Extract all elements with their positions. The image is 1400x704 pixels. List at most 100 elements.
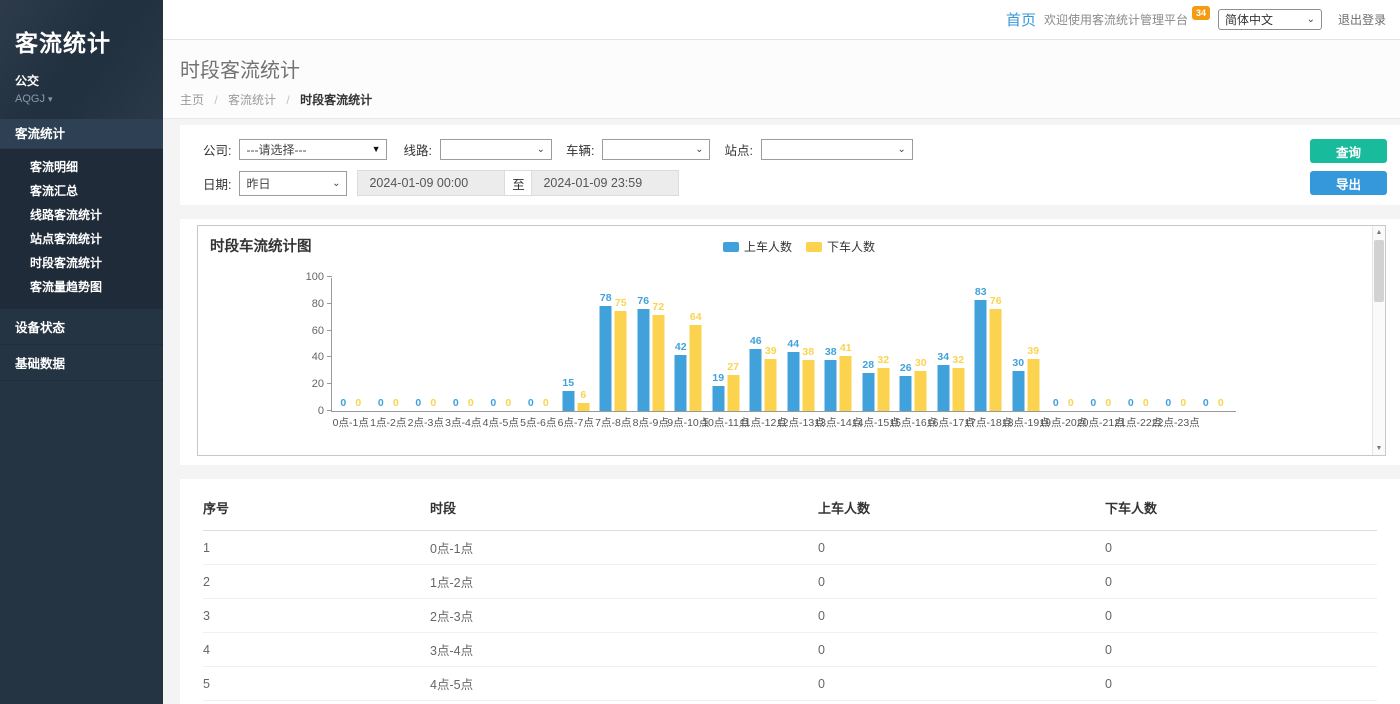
y-axis-tick-label: 80 [288, 298, 324, 310]
bar-下车人数: 27 [727, 375, 739, 411]
chevron-down-icon: ⌄ [695, 144, 703, 155]
language-select[interactable]: 简体中文 ⌄ [1218, 9, 1322, 30]
x-axis-label: 8点-9点 [633, 415, 669, 430]
notification-badge[interactable]: 34 [1192, 6, 1210, 20]
chart-category: 0022点-23点 [1157, 278, 1195, 411]
line-label: 线路: [403, 140, 431, 159]
breadcrumb: 主页 / 客流统计 / 时段客流统计 [180, 91, 1400, 108]
x-axis-label: 5点-6点 [520, 415, 556, 430]
table-row: 65点-6点00 [203, 701, 1377, 704]
bar-上车人数: 44 [787, 352, 799, 411]
chart-title: 时段车流统计图 [210, 235, 312, 256]
chart-category: 002点-3点 [407, 278, 445, 411]
table-cell: 0 [818, 701, 1105, 704]
bar-上车人数: 30 [1012, 371, 1024, 411]
table-header-cell: 上车人数 [818, 489, 1105, 531]
table-header-row: 序号时段上车人数下车人数 [203, 489, 1377, 531]
bar-pair: 4264 [675, 325, 702, 411]
sidebar-submenu: 客流明细客流汇总线路客流统计站点客流统计时段客流统计客流量趋势图 [0, 149, 163, 309]
table-cell: 4点-5点 [430, 667, 818, 701]
legend-swatch-icon [723, 242, 739, 252]
sidebar-item-passenger-trend-chart[interactable]: 客流量趋势图 [0, 275, 163, 299]
sidebar-item-line-passenger-stats[interactable]: 线路客流统计 [0, 203, 163, 227]
table-row: 32点-3点00 [203, 599, 1377, 633]
breadcrumb-home[interactable]: 主页 [180, 93, 204, 107]
search-button[interactable]: 查询 [1310, 139, 1387, 163]
export-button[interactable]: 导出 [1310, 171, 1387, 195]
filter-panel: 公司: ---请选择--- ▼ 线路: ⌄ 车辆: ⌄ 站点 [180, 125, 1400, 205]
chart-category: 463911点-12点 [745, 278, 783, 411]
breadcrumb-separator: / [214, 93, 217, 107]
chevron-down-icon: ⌄ [898, 144, 906, 155]
app-root: 客流统计 公交 AQGJ▾ 客流统计客流明细客流汇总线路客流统计站点客流统计时段… [0, 0, 1400, 704]
date-range-select[interactable]: 昨日 ⌄ [239, 171, 347, 196]
table-cell: 5点-6点 [430, 701, 818, 704]
company-select[interactable]: ---请选择--- ▼ [239, 139, 387, 160]
bar-上车人数: 19 [712, 386, 724, 411]
scroll-down-icon[interactable]: ▼ [1373, 442, 1385, 455]
date-start-input[interactable]: 2024-01-09 00:00 [358, 171, 504, 195]
bar-pair: 1927 [712, 375, 739, 411]
table-row: 54点-5点00 [203, 667, 1377, 701]
home-link[interactable]: 首页 [1006, 9, 1036, 30]
bar-下车人数: 39 [1027, 359, 1039, 411]
table-cell: 6 [203, 701, 430, 704]
table-body: 10点-1点0021点-2点0032点-3点0043点-4点0054点-5点00… [203, 531, 1377, 704]
legend-item[interactable]: 上车人数 [723, 238, 792, 255]
sidebar: 客流统计 公交 AQGJ▾ 客流统计客流明细客流汇总线路客流统计站点客流统计时段… [0, 0, 163, 704]
sidebar-item-passenger-summary[interactable]: 客流汇总 [0, 179, 163, 203]
sidebar-item-time-period-passenger-stats[interactable]: 时段客流统计 [0, 251, 163, 275]
table-cell: 0 [818, 599, 1105, 633]
x-axis-label: 7点-8点 [595, 415, 631, 430]
scrollbar-thumb[interactable] [1374, 240, 1384, 302]
table-cell: 0点-1点 [430, 531, 818, 565]
bar-pair: 2630 [900, 371, 927, 411]
date-end-input[interactable]: 2024-01-09 23:59 [532, 171, 678, 195]
chevron-down-icon: ▾ [48, 94, 53, 104]
table-cell: 0 [818, 565, 1105, 599]
sidebar-item-passenger-detail[interactable]: 客流明细 [0, 155, 163, 179]
y-axis-tick-label: 0 [288, 405, 324, 417]
chevron-down-icon: ⌄ [537, 144, 545, 155]
logout-link[interactable]: 退出登录 [1338, 11, 1386, 28]
vehicle-select[interactable]: ⌄ [602, 139, 710, 160]
bar-pair: 7672 [637, 309, 664, 411]
chart-category: 42649点-10点 [670, 278, 708, 411]
station-select[interactable]: ⌄ [761, 139, 913, 160]
table-cell: 0 [818, 667, 1105, 701]
company-value: ---请选择--- [246, 141, 306, 158]
main-column: 首页 欢迎使用客流统计管理平台 34 简体中文 ⌄ 退出登录 时段客流统计 主页… [163, 0, 1400, 704]
line-select[interactable]: ⌄ [440, 139, 552, 160]
sidebar-section-passenger-stats[interactable]: 客流统计 [0, 119, 163, 149]
org-selector[interactable]: AQGJ▾ [15, 93, 163, 105]
org-code: AQGJ [15, 93, 45, 105]
bar-上车人数: 26 [900, 376, 912, 411]
chart-category: 0019点-20点 [1045, 278, 1083, 411]
table-cell: 0 [1105, 633, 1377, 667]
page-head: 时段客流统计 主页 / 客流统计 / 时段客流统计 [163, 40, 1400, 119]
bar-pair: 7875 [600, 306, 627, 411]
legend-label: 上车人数 [744, 238, 792, 255]
bar-value-label: 0 [1206, 397, 1236, 409]
chart-category: 0020点-21点 [1082, 278, 1120, 411]
table-cell: 0 [1105, 701, 1377, 704]
bar-上车人数: 38 [825, 360, 837, 411]
sidebar-item-station-passenger-stats[interactable]: 站点客流统计 [0, 227, 163, 251]
sidebar-section-device-status[interactable]: 设备状态 [0, 311, 163, 345]
scroll-up-icon[interactable]: ▲ [1373, 226, 1385, 239]
bar-下车人数: 72 [652, 315, 664, 411]
chart-plot: 020406080100000点-1点001点-2点002点-3点003点-4点… [331, 278, 1236, 412]
chart-category: 0021点-22点 [1120, 278, 1158, 411]
table-row: 21点-2点00 [203, 565, 1377, 599]
legend-item[interactable]: 下车人数 [806, 238, 875, 255]
x-axis-label: 0点-1点 [333, 415, 369, 430]
chart-category: 76728点-9点 [632, 278, 670, 411]
bar-上车人数: 78 [600, 306, 612, 411]
breadcrumb-section[interactable]: 客流统计 [228, 93, 276, 107]
sidebar-section-base-data[interactable]: 基础数据 [0, 347, 163, 381]
station-label: 站点: [724, 140, 752, 159]
table-cell: 2 [203, 565, 430, 599]
chart-scrollbar[interactable]: ▲ ▼ [1372, 226, 1385, 455]
table-cell: 0 [1105, 531, 1377, 565]
filter-row-1: 公司: ---请选择--- ▼ 线路: ⌄ 车辆: ⌄ 站点 [203, 138, 1400, 160]
